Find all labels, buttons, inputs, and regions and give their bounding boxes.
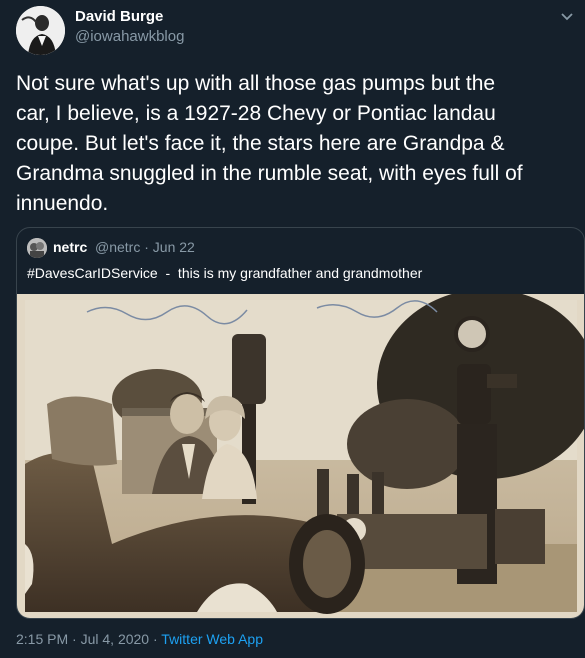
quoted-photo[interactable] (17, 289, 584, 618)
tweet-time[interactable]: 2:15 PM (16, 631, 68, 647)
tweet-text-line: coupe. But let's face it, the stars here… (16, 132, 505, 155)
tweet-text-line: innuendo. (16, 192, 109, 215)
quoted-handle-date: @netrc · Jun 22 (95, 239, 195, 255)
quoted-text: #DavesCarIDService - this is my grandfat… (27, 265, 423, 281)
quoted-tweet[interactable]: netrc @netrc · Jun 22 #DavesCarIDService… (16, 227, 585, 619)
quoted-handle: @netrc (95, 239, 141, 255)
meta-separator: · (68, 631, 81, 647)
quoted-separator: · (144, 239, 149, 255)
tweet-meta: 2:15 PM · Jul 4, 2020 · Twitter Web App (16, 631, 263, 647)
quoted-date: Jun 22 (152, 239, 195, 255)
author-handle[interactable]: @iowahawkblog (75, 28, 184, 45)
tweet-source-link[interactable]: Twitter Web App (161, 631, 263, 647)
author-avatar[interactable] (16, 6, 65, 55)
quoted-name: netrc (53, 239, 88, 255)
tweet-text-line: Not sure what's up with all those gas pu… (16, 72, 496, 95)
meta-separator: · (149, 631, 162, 647)
tweet-text-line: car, I believe, is a 1927-28 Chevy or Po… (16, 102, 496, 125)
tweet-date[interactable]: Jul 4, 2020 (81, 631, 150, 647)
author-name[interactable]: David Burge (75, 8, 163, 25)
tweet-text: Not sure what's up with all those gas pu… (16, 69, 576, 219)
tweet-text-line: Grandma snuggled in the rumble seat, wit… (16, 162, 523, 185)
quoted-avatar (27, 238, 47, 258)
chevron-down-icon[interactable] (559, 8, 575, 24)
